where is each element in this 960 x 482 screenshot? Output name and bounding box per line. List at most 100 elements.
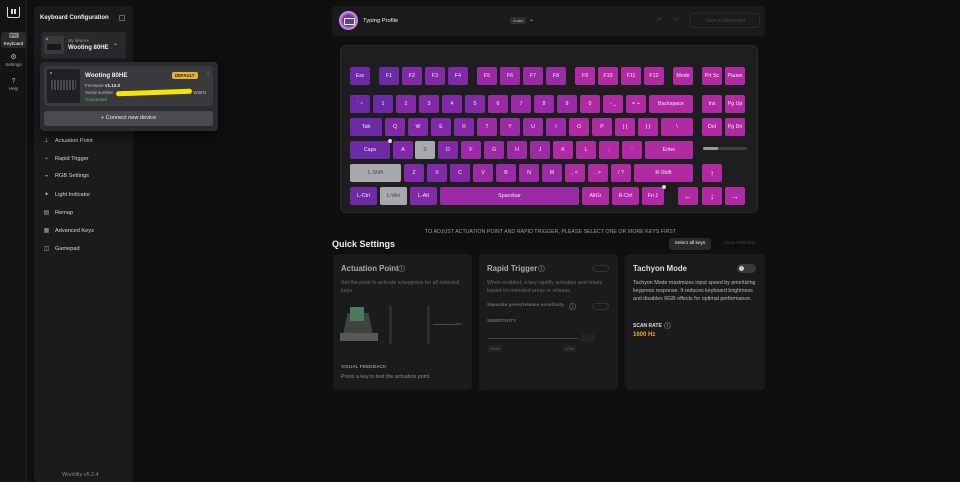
key-pgup[interactable]: Pg Up: [725, 95, 745, 113]
key-d[interactable]: D: [438, 141, 458, 159]
key-arrow-down[interactable]: ↓: [702, 187, 722, 205]
device-selector[interactable]: My devices Wooting 80HE ⌃: [41, 32, 126, 59]
key-0[interactable]: 0: [580, 95, 600, 113]
key-9[interactable]: 9: [557, 95, 577, 113]
key-spacebar[interactable]: Spacebar: [440, 187, 579, 205]
key-lctrl[interactable]: L-Ctrl: [350, 187, 377, 205]
collapse-sidebar-icon[interactable]: [119, 15, 125, 21]
key-t[interactable]: T: [477, 118, 497, 136]
key-lalt[interactable]: L-Alt: [410, 187, 437, 205]
key-b[interactable]: B: [496, 164, 516, 182]
key-lshift[interactable]: L-Shift: [350, 164, 401, 182]
key-f9[interactable]: F9: [575, 67, 595, 85]
connect-new-device-button[interactable]: + Connect new device: [44, 111, 213, 126]
key-j[interactable]: J: [530, 141, 550, 159]
key-v[interactable]: V: [473, 164, 493, 182]
key-arrow-up[interactable]: ↑: [702, 164, 722, 182]
key-e[interactable]: E: [431, 118, 451, 136]
key-lwin[interactable]: L-Win: [380, 187, 407, 205]
key-pgdn[interactable]: Pg Dn: [725, 118, 745, 136]
key-slash[interactable]: / ?: [611, 164, 631, 182]
info-icon[interactable]: i: [569, 303, 576, 310]
key-enter[interactable]: Enter: [645, 141, 693, 159]
keyboard-brightness-slider[interactable]: [703, 147, 747, 150]
key-2[interactable]: 2: [396, 95, 416, 113]
menu-rapid-trigger[interactable]: ⌁ Rapid Trigger: [43, 155, 89, 163]
key-rshift[interactable]: R-Shift: [634, 164, 693, 182]
key-f7[interactable]: F7: [523, 67, 543, 85]
key-equals[interactable]: = +: [626, 95, 646, 113]
key-l[interactable]: L: [576, 141, 596, 159]
key-pause[interactable]: Pause: [725, 67, 745, 85]
redo-icon[interactable]: ↷: [673, 17, 678, 24]
key-w[interactable]: W: [408, 118, 428, 136]
key-arrow-right[interactable]: →: [725, 187, 745, 205]
key-esc[interactable]: Esc: [350, 67, 370, 85]
key-8[interactable]: 8: [534, 95, 554, 113]
profile-dropdown-chevron-icon[interactable]: ⌄: [529, 16, 534, 23]
key-7[interactable]: 7: [511, 95, 531, 113]
key-r[interactable]: R: [454, 118, 474, 136]
rail-help[interactable]: ? Help: [1, 78, 26, 91]
key-fn1[interactable]: Fn 1: [642, 185, 666, 205]
save-to-keyboard-button[interactable]: Save to Keyboard: [690, 13, 760, 28]
key-prtsc[interactable]: Prt Sc: [702, 67, 722, 85]
key-6[interactable]: 6: [488, 95, 508, 113]
key-comma[interactable]: , <: [565, 164, 585, 182]
key-f2[interactable]: F2: [402, 67, 422, 85]
clear-selection-button[interactable]: Clear selection: [715, 238, 764, 250]
key-o[interactable]: O: [569, 118, 589, 136]
key-i[interactable]: I: [546, 118, 566, 136]
key-n[interactable]: N: [519, 164, 539, 182]
key-backspace[interactable]: Backspace: [649, 95, 693, 113]
key-f11[interactable]: F11: [621, 67, 641, 85]
menu-rgb-settings[interactable]: ◒ RGB Settings: [43, 173, 89, 179]
menu-gamepad[interactable]: ◫ Gamepad: [43, 245, 80, 253]
key-ins[interactable]: Ins: [702, 95, 722, 113]
sensitivity-value-field[interactable]: [581, 334, 595, 342]
key-caps[interactable]: Caps: [350, 139, 392, 159]
key-f12[interactable]: F12: [644, 67, 664, 85]
device-card[interactable]: Wooting 80HE DEFAULT ⋮ Firmware v1.12.0 …: [44, 66, 213, 106]
key-minus[interactable]: - _: [603, 95, 623, 113]
key-mode[interactable]: Mode: [673, 67, 693, 85]
key-4[interactable]: 4: [442, 95, 462, 113]
key-lbracket[interactable]: [ {: [615, 118, 635, 136]
key-c[interactable]: C: [450, 164, 470, 182]
key-f1[interactable]: F1: [379, 67, 399, 85]
key-f3[interactable]: F3: [425, 67, 445, 85]
key-g[interactable]: G: [484, 141, 504, 159]
menu-advanced-keys[interactable]: ▦ Advanced Keys: [43, 227, 94, 235]
key-f4[interactable]: F4: [448, 67, 468, 85]
key-q[interactable]: Q: [385, 118, 405, 136]
menu-remap[interactable]: ▤ Remap: [43, 209, 73, 217]
key-del[interactable]: Del: [702, 118, 722, 136]
key-f[interactable]: F: [461, 141, 481, 159]
separate-sensitivity-toggle[interactable]: [592, 303, 609, 310]
key-backslash[interactable]: \: [661, 118, 693, 136]
select-all-keys-button[interactable]: Select all keys: [669, 238, 711, 250]
key-u[interactable]: U: [523, 118, 543, 136]
key-tab[interactable]: Tab: [350, 118, 382, 136]
more-options-icon[interactable]: ⋮: [205, 71, 211, 78]
tachyon-toggle[interactable]: [737, 264, 756, 273]
key-1[interactable]: 1: [373, 95, 393, 113]
key-y[interactable]: Y: [500, 118, 520, 136]
key-period[interactable]: . >: [588, 164, 608, 182]
key-f5[interactable]: F5: [477, 67, 497, 85]
key-z[interactable]: Z: [404, 164, 424, 182]
key-quote[interactable]: ': [622, 141, 642, 159]
key-k[interactable]: K: [553, 141, 573, 159]
info-icon[interactable]: i: [538, 265, 545, 272]
key-m[interactable]: M: [542, 164, 562, 182]
menu-light-indicator[interactable]: ✦ Light Indicator: [43, 191, 90, 199]
info-icon[interactable]: i: [663, 322, 671, 329]
key-semicolon[interactable]: ;: [599, 141, 619, 159]
key-x[interactable]: X: [427, 164, 447, 182]
key-s[interactable]: S: [415, 141, 435, 159]
key-altgr[interactable]: AltGr: [582, 187, 609, 205]
rail-settings[interactable]: ⚙ Settings: [1, 54, 26, 67]
key-rctrl[interactable]: R-Ctrl: [612, 187, 639, 205]
undo-icon[interactable]: ↶: [657, 17, 662, 24]
key-rbracket[interactable]: ] }: [638, 118, 658, 136]
